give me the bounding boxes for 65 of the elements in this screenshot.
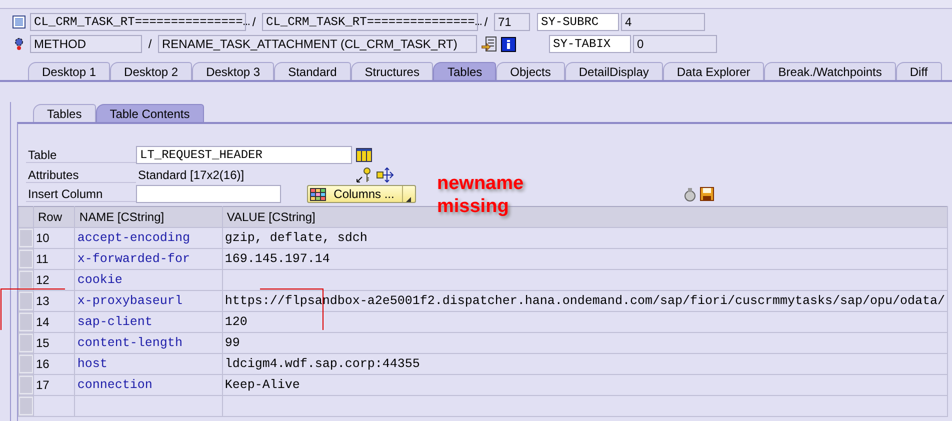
annotation-line [0,288,66,330]
separator-text: / [483,15,489,29]
tab[interactable]: Tables [433,62,496,80]
table-cell: 169.145.197.14 [222,248,948,270]
row-number: 16 [34,354,75,374]
tab[interactable]: Desktop 3 [192,62,274,80]
grid-icon [310,188,326,200]
separator-text: / [251,15,257,29]
separator-text: / [147,37,153,51]
tab[interactable]: DetailDisplay [564,62,663,80]
caret-icon [406,197,410,202]
table-cell: sap-client [74,312,222,332]
lightbulb-icon[interactable] [684,186,696,202]
table-cell: 99 [222,332,948,354]
gear-icon [12,37,26,51]
row-number: 13 [34,290,75,312]
variable-name-field[interactable]: SY-SUBRC [537,13,619,31]
tab[interactable]: Objects [496,62,565,80]
row-number: 11 [34,248,75,270]
tab[interactable]: Structures [350,62,434,80]
event-type-field[interactable]: METHOD [30,35,142,53]
tab[interactable]: Break./Watchpoints [764,62,896,80]
tab[interactable]: Data Explorer [662,62,764,80]
table-cell: Keep-Alive [222,374,948,396]
row-number: 15 [34,332,75,354]
table-cell: accept-encoding [74,228,222,248]
info-icon[interactable] [501,36,516,52]
tab[interactable]: Diff [896,62,942,80]
tab[interactable]: Tables [33,104,96,122]
field-label: Attributes [26,166,136,183]
navigate-icon[interactable] [481,36,497,52]
tab[interactable]: Desktop 2 [110,62,192,80]
row-selector[interactable] [19,271,33,289]
row-number: 12 [34,270,75,290]
row-number: 10 [34,228,75,248]
row-number: 17 [34,374,75,396]
column-header[interactable]: NAME [CString] [74,206,222,228]
columns-button[interactable]: Columns ... [307,185,416,203]
row-number: 14 [34,312,75,332]
variable-value-field[interactable]: 4 [621,13,705,31]
save-icon[interactable] [700,187,714,201]
tab[interactable]: Table Contents [96,104,204,122]
variable-name-field[interactable]: SY-TABIX [549,35,631,53]
tab[interactable]: Desktop 1 [28,62,110,80]
table-cell: x-forwarded-for [74,248,222,270]
table-cell: x-proxybaseurl [74,290,222,312]
table-cell: gzip, deflate, sdch [222,228,948,248]
arrows-icon[interactable] [376,166,394,182]
line-number-field[interactable]: 71 [494,13,530,31]
column-header[interactable]: Row [34,206,75,228]
attributes-text: Standard [17x2(16)] [137,168,246,182]
table-name-field[interactable]: LT_REQUEST_HEADER [136,146,352,164]
event-field[interactable]: RENAME_TASK_ATTACHMENT (CL_CRM_TASK_RT) [158,35,477,53]
table-cell: cookie [74,270,222,290]
variable-value-field[interactable]: 0 [633,35,717,53]
source-code-icon[interactable] [12,15,26,29]
insert-column-field[interactable] [136,185,281,203]
table-cell: host [74,354,222,374]
table-cell: connection [74,374,222,396]
table-icon[interactable] [356,148,372,162]
table-cell: 120 [222,312,948,332]
key-icon[interactable] [356,166,372,182]
table-cell: ldcigm4.wdf.sap.corp:44355 [222,354,948,374]
table-cell: content-length [74,332,222,354]
tab[interactable]: Standard [274,62,351,80]
